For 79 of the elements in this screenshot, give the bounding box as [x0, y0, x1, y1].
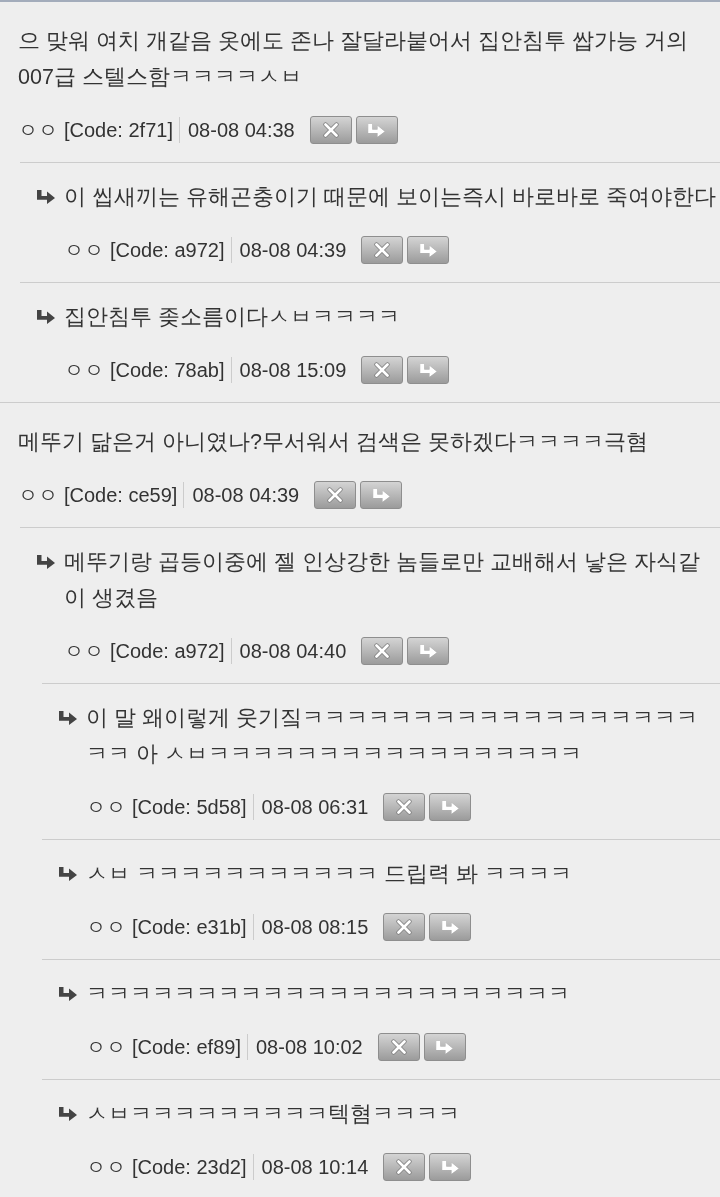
author-code: [Code: ef89] [132, 1035, 241, 1060]
author-name: ㅇㅇ [86, 1155, 126, 1180]
comment-text: 으 맞워 여치 개같음 옷에도 존나 잘달라붙어서 집안침투 쌉가능 거의 007급 스텔스함ㅋㅋㅋㅋㅅㅂ [18, 28, 689, 91]
delete-button[interactable] [361, 637, 404, 665]
reply-button[interactable] [407, 236, 450, 264]
author-name: ㅇㅇ [18, 118, 58, 143]
reply-arrow-icon [59, 711, 77, 725]
reply-icon [419, 644, 437, 658]
author-code: [Code: ce59] [64, 483, 178, 508]
author-name: ㅇㅇ [64, 358, 104, 383]
comment-text: ㅅㅂ ㅋㅋㅋㅋㅋㅋㅋㅋㅋㅋㅋ 드립력 봐 ㅋㅋㅋㅋ [86, 861, 573, 888]
reply-icon [419, 363, 437, 377]
close-icon [374, 242, 391, 258]
comment-text: ㅅㅂㅋㅋㅋㅋㅋㅋㅋㅋㅋ텍혐ㅋㅋㅋㅋ [86, 1101, 461, 1128]
author-name: ㅇㅇ [18, 483, 58, 508]
delete-button[interactable] [383, 913, 426, 941]
comment-date: 08-08 10:14 [261, 1155, 369, 1180]
reply-button[interactable] [429, 913, 472, 941]
delete-button[interactable] [314, 481, 357, 509]
reply-icon [419, 243, 437, 257]
delete-button[interactable] [309, 116, 352, 144]
delete-button[interactable] [383, 1153, 426, 1181]
reply-arrow-icon [59, 987, 77, 1001]
reply-icon [368, 123, 386, 137]
comment-text: 이 씹새끼는 유해곤충이기 때문에 보이는즉시 바로바로 죽여야한다 [64, 184, 716, 211]
reply-button[interactable] [423, 1033, 466, 1061]
close-icon [322, 122, 339, 138]
delete-button[interactable] [361, 236, 404, 264]
close-icon [396, 799, 413, 815]
comment-text: 메뚜기 닮은거 아니였나?무서워서 검색은 못하겠다ㅋㅋㅋㅋ극혐 [18, 429, 649, 456]
close-icon [396, 1159, 413, 1175]
reply-icon [372, 488, 390, 502]
reply-icon [436, 1040, 454, 1054]
author-code: [Code: a972] [110, 639, 225, 664]
close-icon [374, 643, 391, 659]
author-name: ㅇㅇ [86, 1035, 126, 1060]
close-icon [374, 362, 391, 378]
reply-arrow-icon [37, 555, 55, 569]
reply-button[interactable] [407, 356, 450, 384]
reply-button[interactable] [407, 637, 450, 665]
reply-button[interactable] [360, 481, 403, 509]
author-code: [Code: 78ab] [110, 358, 225, 383]
author-name: ㅇㅇ [64, 238, 104, 263]
author-code: [Code: e31b] [132, 915, 247, 940]
close-icon [396, 919, 413, 935]
comment-date: 08-08 10:02 [255, 1035, 363, 1060]
comment-text: 메뚜기랑 곱등이중에 젤 인상강한 놈들로만 교배해서 낳은 자식같이 생겼음 [64, 549, 701, 612]
author-code: [Code: 2f71] [64, 118, 173, 143]
author-name: ㅇㅇ [86, 915, 126, 940]
reply-button[interactable] [429, 793, 472, 821]
comment-date: 08-08 15:09 [239, 358, 347, 383]
reply-button[interactable] [355, 116, 398, 144]
comment-date: 08-08 04:39 [239, 238, 347, 263]
reply-arrow-icon [59, 867, 77, 881]
author-name: ㅇㅇ [64, 639, 104, 664]
author-code: [Code: 5d58] [132, 795, 247, 820]
comment-date: 08-08 04:39 [192, 483, 300, 508]
delete-button[interactable] [377, 1033, 420, 1061]
comment-text: ㅋㅋㅋㅋㅋㅋㅋㅋㅋㅋㅋㅋㅋㅋㅋㅋㅋㅋㅋㅋㅋㅋ [86, 981, 571, 1008]
delete-button[interactable] [383, 793, 426, 821]
reply-arrow-icon [37, 310, 55, 324]
reply-icon [441, 800, 459, 814]
delete-button[interactable] [361, 356, 404, 384]
close-icon [327, 487, 344, 503]
comment-date: 08-08 06:31 [261, 795, 369, 820]
comment-date: 08-08 04:40 [239, 639, 347, 664]
author-name: ㅇㅇ [86, 795, 126, 820]
comment-text: 집안침투 좆소름이다ㅅㅂㅋㅋㅋㅋ [64, 304, 401, 331]
reply-arrow-icon [59, 1107, 77, 1121]
author-code: [Code: a972] [110, 238, 225, 263]
close-icon [390, 1039, 407, 1055]
author-code: [Code: 23d2] [132, 1155, 247, 1180]
reply-icon [441, 1160, 459, 1174]
reply-arrow-icon [37, 190, 55, 204]
comment-date: 08-08 08:15 [261, 915, 369, 940]
reply-button[interactable] [429, 1153, 472, 1181]
reply-icon [441, 920, 459, 934]
comment-text: 이 말 왜이렇게 웃기짘ㅋㅋㅋㅋㅋㅋㅋㅋㅋㅋㅋㅋㅋㅋㅋㅋㅋㅋㅋㅋ 아 ㅅㅂㅋㅋㅋㅋㅋㅋㅋㅋㅋㅋㅋㅋㅋㅋㅋㅋㅋ [86, 705, 699, 768]
comment-date: 08-08 04:38 [187, 118, 295, 143]
